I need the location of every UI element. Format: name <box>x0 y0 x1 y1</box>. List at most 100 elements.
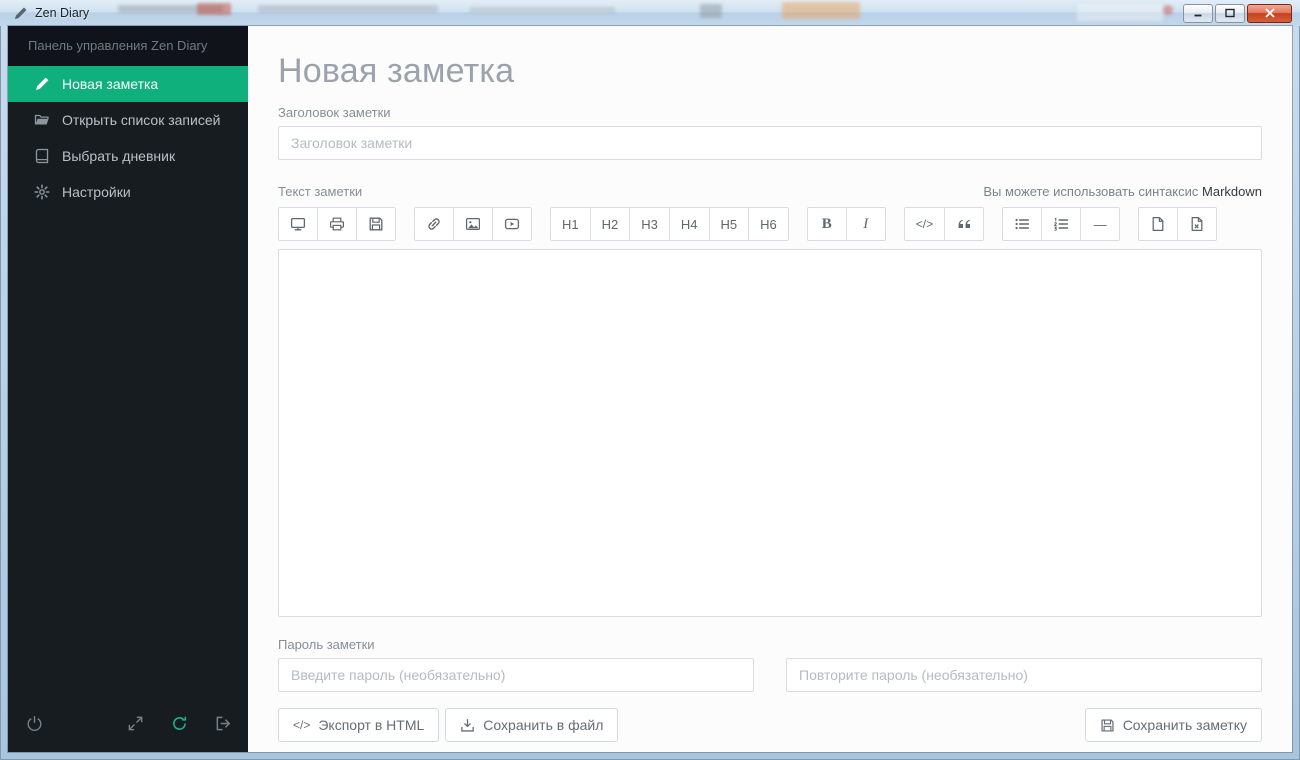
sidebar-footer <box>8 702 248 752</box>
toolbar-save-button[interactable] <box>356 207 396 241</box>
monitor-icon <box>290 216 306 232</box>
sidebar-refresh-button[interactable] <box>171 715 188 732</box>
note-title-input[interactable] <box>278 126 1262 160</box>
toolbar-bold-button[interactable]: B <box>806 207 847 241</box>
password-row <box>278 658 1262 692</box>
sidebar-power-button[interactable] <box>26 715 43 732</box>
sidebar-item-choose-diary[interactable]: Выбрать дневник <box>8 138 248 174</box>
toolbar-group-view <box>278 207 396 241</box>
book-icon <box>34 148 50 164</box>
toolbar-h6-button[interactable]: H6 <box>748 207 789 241</box>
sidebar-exit-button[interactable] <box>215 715 232 732</box>
titlebar-artifact <box>258 5 438 13</box>
titlebar-artifact <box>782 2 860 19</box>
sign-out-icon <box>215 715 232 732</box>
sidebar-item-label: Настройки <box>62 184 131 200</box>
editor-toolbar: H1 H2 H3 H4 H5 H6 B I </> — <box>278 207 1262 241</box>
quote-icon <box>956 216 972 232</box>
youtube-icon <box>504 216 520 232</box>
actions-row: </> Экспорт в HTML Сохранить в файл Сохр… <box>278 708 1262 742</box>
window-title: Zen Diary <box>35 6 90 20</box>
save-to-file-label: Сохранить в файл <box>483 717 604 733</box>
window-client-area: Панель управления Zen Diary Новая заметк… <box>8 26 1292 752</box>
sidebar-fullscreen-button[interactable] <box>127 715 144 732</box>
code-icon: </> <box>293 718 311 732</box>
toolbar-group-file <box>1138 207 1218 241</box>
toolbar-quote-button[interactable] <box>944 207 985 241</box>
toolbar-image-button[interactable] <box>453 207 493 241</box>
page-title: Новая заметка <box>278 52 515 90</box>
export-html-button[interactable]: </> Экспорт в HTML <box>278 708 440 742</box>
power-icon <box>26 715 43 732</box>
maximize-button[interactable] <box>1215 3 1245 23</box>
titlebar-artifact <box>700 4 722 18</box>
toolbar-group-headings: H1 H2 H3 H4 H5 H6 <box>550 207 789 241</box>
main-content: Новая заметка Заголовок заметки Текст за… <box>248 26 1292 752</box>
sidebar-item-label: Открыть список записей <box>62 112 221 128</box>
password-repeat-input[interactable] <box>786 658 1262 692</box>
toolbar-h4-button[interactable]: H4 <box>668 207 710 241</box>
toolbar-new-note-button[interactable] <box>1138 207 1179 241</box>
password-input[interactable] <box>278 658 754 692</box>
download-icon <box>460 718 475 733</box>
titlebar-artifact <box>1076 2 1164 22</box>
note-text-header: Текст заметки Вы можете использовать син… <box>278 184 1262 199</box>
window-titlebar[interactable]: Zen Diary <box>0 0 1300 26</box>
toolbar-numbered-list-button[interactable] <box>1041 207 1082 241</box>
toolbar-print-button[interactable] <box>317 207 357 241</box>
save-note-button[interactable]: Сохранить заметку <box>1084 708 1262 742</box>
gear-icon <box>34 184 50 200</box>
titlebar-artifact <box>470 7 615 14</box>
markdown-hint-text: Вы можете использовать синтаксис <box>983 184 1199 199</box>
close-button[interactable] <box>1247 3 1292 23</box>
sidebar-item-label: Новая заметка <box>62 76 159 92</box>
export-html-label: Экспорт в HTML <box>318 717 425 733</box>
toolbar-group-insert <box>414 207 532 241</box>
minimize-button[interactable] <box>1183 3 1213 23</box>
file-delete-icon <box>1189 216 1205 232</box>
toolbar-group-blocks: </> <box>903 207 985 241</box>
toolbar-bullet-list-button[interactable] <box>1002 207 1043 241</box>
folder-open-icon <box>34 112 50 128</box>
save-to-file-button[interactable]: Сохранить в файл <box>445 708 619 742</box>
save-note-label: Сохранить заметку <box>1122 717 1247 733</box>
list-ol-icon <box>1053 216 1069 232</box>
window-controls <box>1183 3 1292 23</box>
note-text-area[interactable] <box>278 249 1262 617</box>
titlebar-artifact <box>1163 5 1173 15</box>
app-window: Zen Diary Панель управления Zen Diary Но… <box>0 0 1300 760</box>
note-text-label: Текст заметки <box>278 184 363 199</box>
refresh-icon <box>171 715 188 732</box>
toolbar-italic-button[interactable]: I <box>845 207 886 241</box>
toolbar-clear-note-button[interactable] <box>1177 207 1218 241</box>
floppy-icon <box>1100 718 1115 733</box>
sidebar-menu: Новая заметка Открыть список записей Выбра… <box>8 66 248 210</box>
toolbar-h1-button[interactable]: H1 <box>550 207 591 241</box>
pencil-icon <box>34 76 50 92</box>
image-icon <box>465 216 481 232</box>
toolbar-group-lists: — <box>1002 207 1121 241</box>
app-pencil-icon <box>13 6 28 21</box>
toolbar-h2-button[interactable]: H2 <box>589 207 631 241</box>
toolbar-youtube-button[interactable] <box>492 207 532 241</box>
printer-icon <box>329 216 345 232</box>
toolbar-link-button[interactable] <box>414 207 454 241</box>
markdown-label: Markdown <box>1202 184 1262 199</box>
sidebar-item-new-note[interactable]: Новая заметка <box>8 66 248 102</box>
toolbar-h5-button[interactable]: H5 <box>708 207 750 241</box>
note-title-label: Заголовок заметки <box>278 105 391 120</box>
toolbar-group-style: BI <box>806 207 886 241</box>
link-icon <box>426 216 442 232</box>
list-ul-icon <box>1014 216 1030 232</box>
floppy-icon <box>368 216 384 232</box>
toolbar-preview-button[interactable] <box>278 207 318 241</box>
expand-icon <box>127 715 144 732</box>
toolbar-horizontal-rule-button[interactable]: — <box>1080 207 1121 241</box>
sidebar-item-settings[interactable]: Настройки <box>8 174 248 210</box>
sidebar-item-open-notes-list[interactable]: Открыть список записей <box>8 102 248 138</box>
titlebar-artifact <box>197 3 231 15</box>
toolbar-h3-button[interactable]: H3 <box>629 207 670 241</box>
toolbar-code-button[interactable]: </> <box>903 207 946 241</box>
markdown-hint: Вы можете использовать синтаксис Markdow… <box>983 184 1262 199</box>
sidebar: Панель управления Zen Diary Новая заметк… <box>8 26 248 752</box>
